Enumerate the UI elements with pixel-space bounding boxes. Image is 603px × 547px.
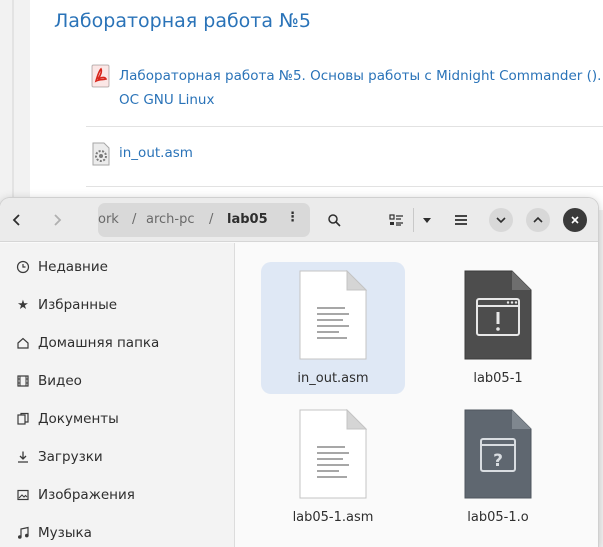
path-segment[interactable]: arch-pc	[146, 212, 195, 227]
pdf-icon	[91, 64, 110, 88]
back-button[interactable]	[2, 205, 32, 235]
path-bar[interactable]: ork / arch-pc / lab05 ⋮	[98, 203, 310, 237]
svg-text:?: ?	[493, 451, 503, 471]
image-icon	[15, 487, 31, 503]
chevron-right-icon	[54, 214, 62, 226]
sidebar-item-downloads[interactable]: Загрузки	[0, 438, 235, 476]
executable-file-icon	[464, 270, 532, 360]
sidebar-item-starred[interactable]: ★ Избранные	[0, 286, 235, 324]
view-toggle-button[interactable]	[382, 205, 412, 235]
path-segment[interactable]: ork	[98, 212, 119, 227]
sidebar-item-home[interactable]: Домашняя папка	[0, 324, 235, 362]
chevron-left-icon	[12, 214, 20, 226]
path-separator: /	[132, 212, 137, 227]
documents-icon	[15, 411, 31, 427]
music-icon	[15, 525, 31, 541]
caret-down-icon	[423, 218, 431, 223]
chevron-up-icon	[533, 216, 543, 223]
file-settings-icon	[92, 142, 110, 166]
text-file-icon	[299, 409, 367, 499]
file-name: lab05-1.o	[467, 510, 529, 525]
sidebar-item-label: Музыка	[38, 525, 92, 541]
separator	[86, 186, 603, 187]
file-manager-window: ork / arch-pc / lab05 ⋮ Недавние ★ Избра…	[0, 198, 598, 547]
resource-link[interactable]: Лабораторная работа №5. Основы работы с …	[119, 64, 603, 88]
section-title[interactable]: Лабораторная работа №5	[54, 10, 311, 32]
sidebar-item-label: Документы	[38, 411, 119, 427]
resource-item-asm[interactable]: in_out.asm	[86, 141, 603, 167]
star-icon: ★	[17, 297, 29, 313]
file-name: in_out.asm	[297, 371, 369, 386]
download-icon	[15, 449, 31, 465]
file-item[interactable]: lab05-1	[426, 262, 570, 394]
sidebar-item-label: Изображения	[38, 487, 135, 503]
header-bar: ork / arch-pc / lab05 ⋮	[0, 198, 598, 242]
file-grid: in_out.asm lab05-1 lab05-1.asm ? lab05-1…	[236, 243, 598, 547]
sidebar-item-music[interactable]: Музыка	[0, 514, 235, 547]
sidebar-item-recent[interactable]: Недавние	[0, 248, 235, 286]
sidebar-item-label: Видео	[38, 373, 82, 389]
search-button[interactable]	[319, 205, 349, 235]
file-item[interactable]: in_out.asm	[261, 262, 405, 394]
sidebar-item-label: Недавние	[38, 259, 108, 275]
home-icon	[15, 335, 31, 351]
search-icon	[328, 214, 341, 227]
forward-button[interactable]	[42, 205, 72, 235]
path-menu-icon[interactable]: ⋮	[286, 210, 299, 225]
maximize-button[interactable]	[526, 208, 550, 232]
file-name: lab05-1	[473, 371, 523, 386]
minimize-button[interactable]	[489, 208, 513, 232]
file-name: lab05-1.asm	[292, 510, 374, 525]
sidebar-item-pictures[interactable]: Изображения	[0, 476, 235, 514]
separator	[86, 126, 603, 127]
resource-item-pdf[interactable]: Лабораторная работа №5. Основы работы с …	[86, 64, 603, 120]
path-segment-current[interactable]: lab05	[227, 212, 268, 227]
close-button[interactable]	[563, 208, 587, 232]
resource-link[interactable]: in_out.asm	[119, 141, 193, 165]
page-left-border	[12, 0, 14, 210]
resource-link-line2[interactable]: ОС GNU Linux	[119, 88, 214, 112]
sidebar-item-documents[interactable]: Документы	[0, 400, 235, 438]
text-file-icon	[299, 270, 367, 360]
main-menu-button[interactable]	[446, 205, 476, 235]
close-icon	[571, 216, 579, 224]
file-item[interactable]: ? lab05-1.o	[426, 401, 570, 533]
sidebar-item-label: Домашняя папка	[38, 335, 160, 351]
sidebar-item-label: Загрузки	[38, 449, 103, 465]
hamburger-icon	[455, 215, 467, 225]
unknown-file-icon: ?	[464, 409, 532, 499]
path-separator: /	[209, 212, 214, 227]
sidebar: Недавние ★ Избранные Домашняя папка Виде…	[0, 243, 235, 547]
video-icon	[15, 373, 31, 389]
sidebar-item-label: Избранные	[38, 297, 118, 313]
chevron-down-icon	[496, 217, 506, 224]
sidebar-item-videos[interactable]: Видео	[0, 362, 235, 400]
view-options-button[interactable]	[412, 205, 442, 235]
list-view-icon	[389, 214, 403, 226]
clock-icon	[15, 259, 31, 275]
file-item[interactable]: lab05-1.asm	[261, 401, 405, 533]
